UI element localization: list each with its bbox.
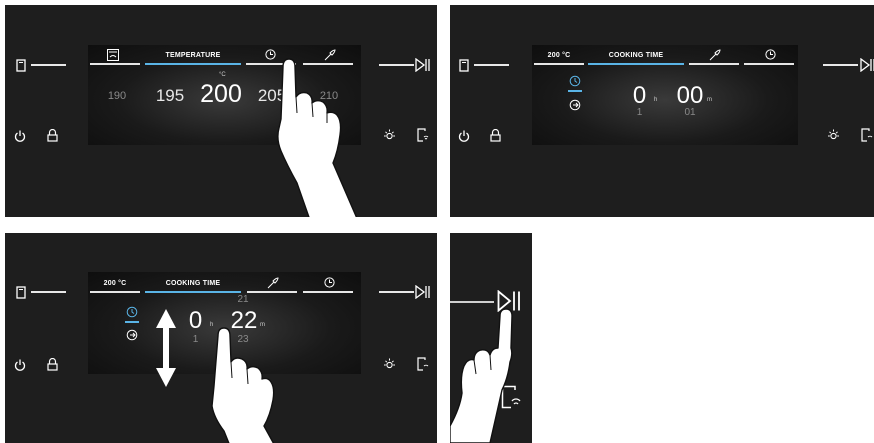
remote-start-icon[interactable] [861,128,873,142]
tab-underline-clock [744,63,794,65]
temperature-unit: °C [219,72,226,78]
hours-unit: h [654,97,658,103]
light-icon[interactable] [827,129,840,142]
light-icon[interactable] [383,129,396,142]
tab-cooking-time[interactable]: COOKING TIME [145,280,241,287]
temp-value-195[interactable]: 195 [150,86,190,106]
duration-icon-underline [125,321,139,323]
tab-underline-clock [303,291,353,293]
duration-icon[interactable] [126,306,138,318]
minutes-value[interactable]: 00 [670,82,710,110]
end-time-icon[interactable] [126,329,138,341]
tab-underline-mode [90,63,140,65]
tab-cooking-time[interactable]: COOKING TIME [588,52,684,59]
duration-icon[interactable] [569,75,581,87]
door-icon[interactable] [16,286,26,299]
tab-underline-temperature [534,63,584,65]
hand-pointing-illustration [200,326,300,443]
panel-cooking-time: 200 °C COOKING TIME 0 h 00 m 1 01 [450,5,874,217]
tab-underline-temperature [145,63,241,65]
swipe-up-down-arrow-icon [155,308,177,388]
door-icon[interactable] [459,59,469,72]
tab-underline-temperature [90,291,140,293]
clock-icon[interactable] [324,277,335,288]
clock-icon[interactable] [765,49,776,60]
door-icon[interactable] [16,59,26,72]
minutes-next-value[interactable]: 01 [672,107,708,118]
lock-icon[interactable] [490,129,501,142]
hand-pointing-illustration [450,308,532,443]
hours-value[interactable]: 0 [627,82,652,110]
probe-icon[interactable] [267,277,279,289]
probe-icon[interactable] [709,49,721,61]
tab-temperature-value[interactable]: 200 °C [90,280,140,287]
tab-underline-probe [247,291,297,293]
power-icon[interactable] [14,130,26,142]
lock-icon[interactable] [47,358,58,371]
end-time-icon[interactable] [569,99,581,111]
tab-temperature[interactable]: TEMPERATURE [146,52,240,59]
power-icon[interactable] [14,359,26,371]
tab-underline-probe [689,63,739,65]
panel-start-zoom [450,233,532,443]
tab-underline-cooking-time [145,291,241,293]
temp-value-190[interactable]: 190 [102,90,132,102]
panel-temperature: TEMPERATURE °C 190 195 200 205 210 [5,5,437,217]
lock-icon[interactable] [47,129,58,142]
right-divider [823,64,858,66]
left-divider [474,64,509,66]
display-screen: 200 °C COOKING TIME 0 h 00 m 1 01 [532,45,798,145]
right-divider [379,64,414,66]
right-divider-zoomed [450,301,494,303]
panel-cooking-time-adjust: 200 °C COOKING TIME 21 0 h 22 m 1 23 [5,233,437,443]
remote-start-icon[interactable] [417,128,429,142]
play-pause-icon[interactable] [415,58,431,72]
temp-value-200-selected[interactable]: 200 [196,80,246,109]
left-divider [31,64,66,66]
left-divider [31,291,66,293]
play-pause-icon[interactable] [415,285,431,299]
minutes-prev-value[interactable]: 21 [231,294,255,305]
play-pause-icon[interactable] [860,58,874,72]
light-icon[interactable] [383,358,396,371]
right-divider [379,291,414,293]
duration-icon-underline [568,90,582,92]
hand-pointing-illustration [267,53,377,217]
tab-temperature-value[interactable]: 200 °C [534,52,584,59]
oven-mode-icon[interactable] [107,49,119,61]
tab-underline-cooking-time [588,63,684,65]
minutes-unit: m [707,97,712,103]
hours-next-value[interactable]: 1 [627,107,652,118]
remote-start-icon[interactable] [417,357,429,371]
power-icon[interactable] [458,130,470,142]
